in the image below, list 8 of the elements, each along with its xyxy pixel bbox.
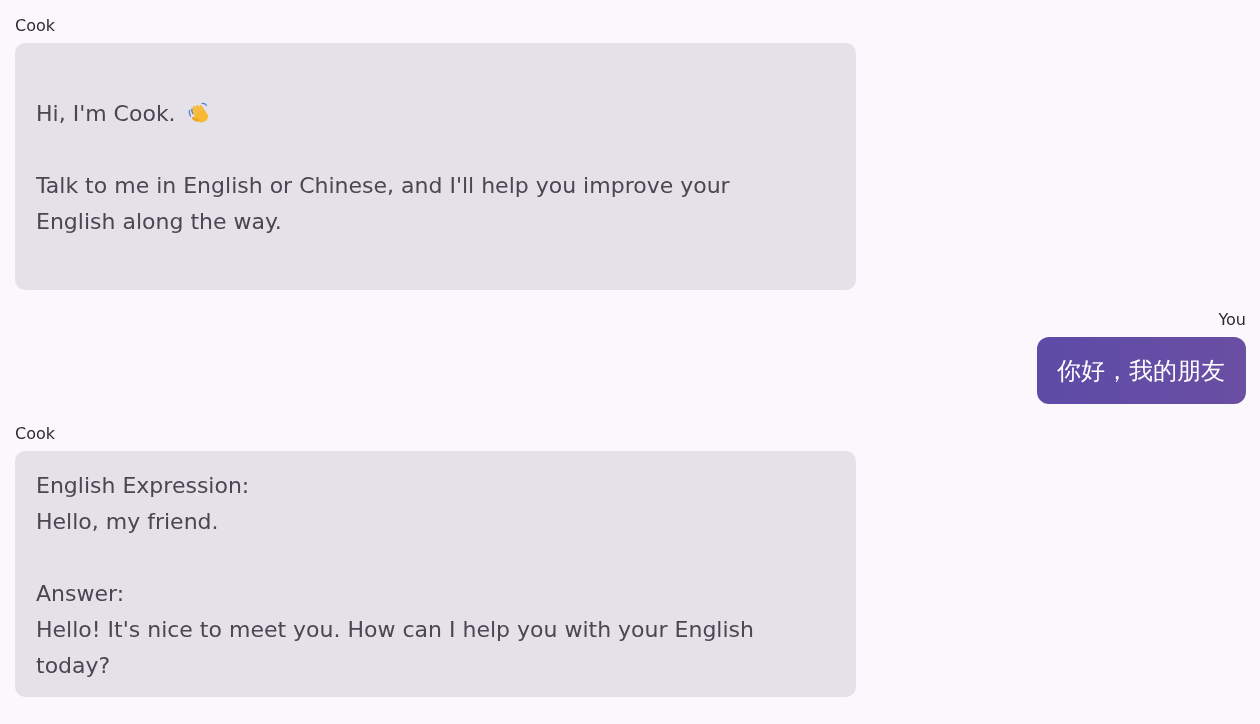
message-text: 你好，我的朋友	[1057, 356, 1225, 387]
sender-name: Cook	[15, 17, 55, 35]
message-text: Hi, I'm Cook.	[36, 100, 176, 128]
message-text: English Expression: Hello, my friend.	[36, 472, 250, 536]
message-text: Answer: Hello! It's nice to meet you. How can I help you with your English today?	[36, 580, 755, 680]
sender-name: You	[1218, 311, 1246, 329]
sender-name: Cook	[15, 425, 55, 443]
message-text: Talk to me in English or Chinese, and I'll help you improve your English along the way.	[36, 172, 731, 236]
